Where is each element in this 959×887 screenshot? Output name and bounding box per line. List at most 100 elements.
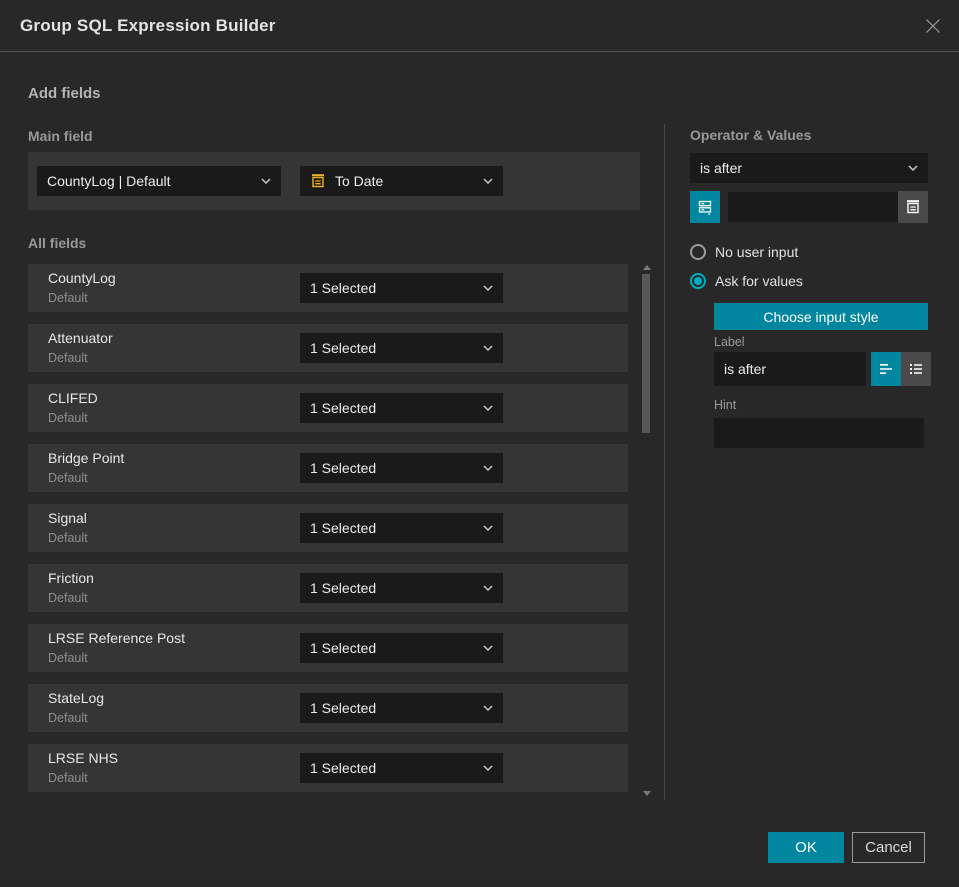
scroll-up-icon[interactable] xyxy=(643,265,651,270)
field-values-select-value: 1 Selected xyxy=(310,460,377,476)
field-values-select[interactable]: 1 Selected xyxy=(300,573,503,603)
cancel-button[interactable]: Cancel xyxy=(852,832,925,863)
bullet-list-icon xyxy=(908,361,924,377)
main-field-select[interactable]: CountyLog | Default xyxy=(37,166,281,196)
radio-no-user-input[interactable]: No user input xyxy=(690,244,798,260)
chevron-down-icon xyxy=(483,465,493,471)
field-values-select-value: 1 Selected xyxy=(310,640,377,656)
all-fields-list: CountyLog Default 1 Selected Attenuator … xyxy=(28,264,628,804)
operator-select-value: is after xyxy=(700,160,743,176)
radio-icon xyxy=(690,244,706,260)
calendar-icon xyxy=(310,173,326,189)
field-values-select-value: 1 Selected xyxy=(310,760,377,776)
radio-label: No user input xyxy=(715,244,799,260)
field-subtitle: Default xyxy=(48,711,88,725)
operator-values-heading: Operator & Values xyxy=(690,127,812,143)
chevron-down-icon xyxy=(483,525,493,531)
field-subtitle: Default xyxy=(48,411,88,425)
field-subtitle: Default xyxy=(48,591,88,605)
chevron-down-icon xyxy=(483,585,493,591)
field-row: CLIFED Default 1 Selected xyxy=(28,384,628,432)
chevron-down-icon xyxy=(261,178,271,184)
chevron-down-icon xyxy=(483,645,493,651)
field-values-select-value: 1 Selected xyxy=(310,340,377,356)
field-name: Attenuator xyxy=(48,330,113,346)
list-scrollbar-thumb[interactable] xyxy=(642,274,650,433)
field-name: Bridge Point xyxy=(48,450,125,466)
operator-select[interactable]: is after xyxy=(690,153,928,183)
field-row: Bridge Point Default 1 Selected xyxy=(28,444,628,492)
add-fields-heading: Add fields xyxy=(28,85,101,102)
label-input[interactable] xyxy=(714,352,866,386)
choose-input-style-button[interactable]: Choose input style xyxy=(714,303,928,330)
field-subtitle: Default xyxy=(48,291,88,305)
field-values-select[interactable]: 1 Selected xyxy=(300,633,503,663)
dialog-titlebar: Group SQL Expression Builder xyxy=(0,0,959,52)
date-picker-button[interactable] xyxy=(898,191,928,223)
value-date-input[interactable] xyxy=(728,192,898,222)
main-field-select-value: CountyLog | Default xyxy=(47,173,171,189)
field-values-select[interactable]: 1 Selected xyxy=(300,693,503,723)
stacked-values-icon xyxy=(697,199,713,216)
hint-caption: Hint xyxy=(714,398,737,412)
hint-input[interactable] xyxy=(714,418,924,448)
field-row: LRSE Reference Post Default 1 Selected xyxy=(28,624,628,672)
scroll-down-icon[interactable] xyxy=(643,791,651,796)
field-values-select[interactable]: 1 Selected xyxy=(300,513,503,543)
chevron-down-icon xyxy=(908,165,918,171)
field-values-select[interactable]: 1 Selected xyxy=(300,333,503,363)
chevron-down-icon xyxy=(483,285,493,291)
field-values-select-value: 1 Selected xyxy=(310,580,377,596)
value-type-button[interactable] xyxy=(690,191,720,223)
radio-icon xyxy=(690,273,706,289)
field-subtitle: Default xyxy=(48,771,88,785)
chevron-down-icon xyxy=(483,345,493,351)
field-name: Friction xyxy=(48,570,94,586)
field-name: CountyLog xyxy=(48,270,116,286)
field-name: StateLog xyxy=(48,690,105,706)
main-field-panel: CountyLog | Default To Date xyxy=(28,152,640,210)
field-values-select-value: 1 Selected xyxy=(310,280,377,296)
field-subtitle: Default xyxy=(48,531,88,545)
panel-divider xyxy=(664,124,665,800)
field-values-select-value: 1 Selected xyxy=(310,400,377,416)
calendar-icon xyxy=(905,199,921,215)
main-field-heading: Main field xyxy=(28,128,93,144)
field-name: LRSE NHS xyxy=(48,750,119,766)
chevron-down-icon xyxy=(483,178,493,184)
field-values-select[interactable]: 1 Selected xyxy=(300,753,503,783)
chevron-down-icon xyxy=(483,705,493,711)
chevron-down-icon xyxy=(483,765,493,771)
all-fields-heading: All fields xyxy=(28,235,87,251)
field-values-select-value: 1 Selected xyxy=(310,520,377,536)
field-row: StateLog Default 1 Selected xyxy=(28,684,628,732)
radio-ask-for-values[interactable]: Ask for values xyxy=(690,273,803,289)
field-values-select-value: 1 Selected xyxy=(310,700,377,716)
dialog-title: Group SQL Expression Builder xyxy=(20,16,276,35)
field-name: LRSE Reference Post xyxy=(48,630,185,646)
field-values-select[interactable]: 1 Selected xyxy=(300,273,503,303)
field-row: Attenuator Default 1 Selected xyxy=(28,324,628,372)
ok-button[interactable]: OK xyxy=(768,832,844,863)
field-row: LRSE NHS Default 1 Selected xyxy=(28,744,628,792)
field-row: Friction Default 1 Selected xyxy=(28,564,628,612)
close-button[interactable] xyxy=(924,17,942,35)
field-name: CLIFED xyxy=(48,390,98,406)
date-part-select[interactable]: To Date xyxy=(300,166,503,196)
date-part-select-value: To Date xyxy=(335,173,384,189)
field-row: CountyLog Default 1 Selected xyxy=(28,264,628,312)
list-style-button[interactable] xyxy=(901,352,931,386)
field-subtitle: Default xyxy=(48,651,88,665)
group-sql-expression-builder-dialog: Group SQL Expression Builder Add fields … xyxy=(0,0,959,887)
field-subtitle: Default xyxy=(48,351,88,365)
label-caption: Label xyxy=(714,335,745,349)
field-values-select[interactable]: 1 Selected xyxy=(300,393,503,423)
field-values-select[interactable]: 1 Selected xyxy=(300,453,503,483)
close-icon xyxy=(925,18,941,34)
align-left-icon xyxy=(878,361,894,377)
chevron-down-icon xyxy=(483,405,493,411)
textbox-style-button[interactable] xyxy=(871,352,901,386)
field-row: Signal Default 1 Selected xyxy=(28,504,628,552)
field-subtitle: Default xyxy=(48,471,88,485)
field-name: Signal xyxy=(48,510,87,526)
